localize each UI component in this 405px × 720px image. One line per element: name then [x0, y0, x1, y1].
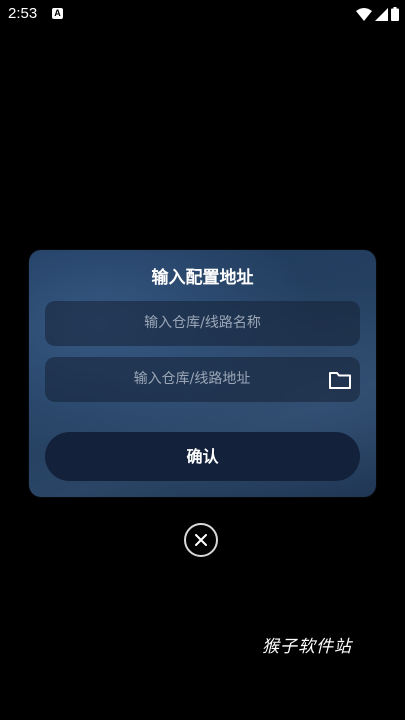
- url-field[interactable]: 输入仓库/线路地址: [45, 357, 360, 402]
- name-field-placeholder: 输入仓库/线路名称: [144, 315, 261, 331]
- folder-icon[interactable]: [328, 369, 352, 391]
- watermark: 猴子软件站: [262, 637, 352, 657]
- status-bar: 2:53 A: [0, 0, 405, 28]
- battery-icon: [391, 7, 399, 21]
- cellular-signal-icon: [375, 7, 388, 21]
- confirm-button[interactable]: 确认: [45, 432, 360, 481]
- close-icon: [195, 534, 207, 546]
- notification-a-icon: A: [52, 8, 63, 19]
- name-field[interactable]: 输入仓库/线路名称: [45, 301, 360, 346]
- status-time: 2:53: [8, 5, 38, 22]
- close-button[interactable]: [184, 523, 218, 557]
- wifi-icon: [356, 7, 372, 21]
- dialog-title: 输入配置地址: [151, 268, 254, 288]
- status-icons: [356, 6, 399, 22]
- url-field-placeholder: 输入仓库/线路地址: [133, 371, 251, 387]
- config-dialog: 输入配置地址 输入仓库/线路名称 输入仓库/线路地址 确认: [29, 250, 376, 497]
